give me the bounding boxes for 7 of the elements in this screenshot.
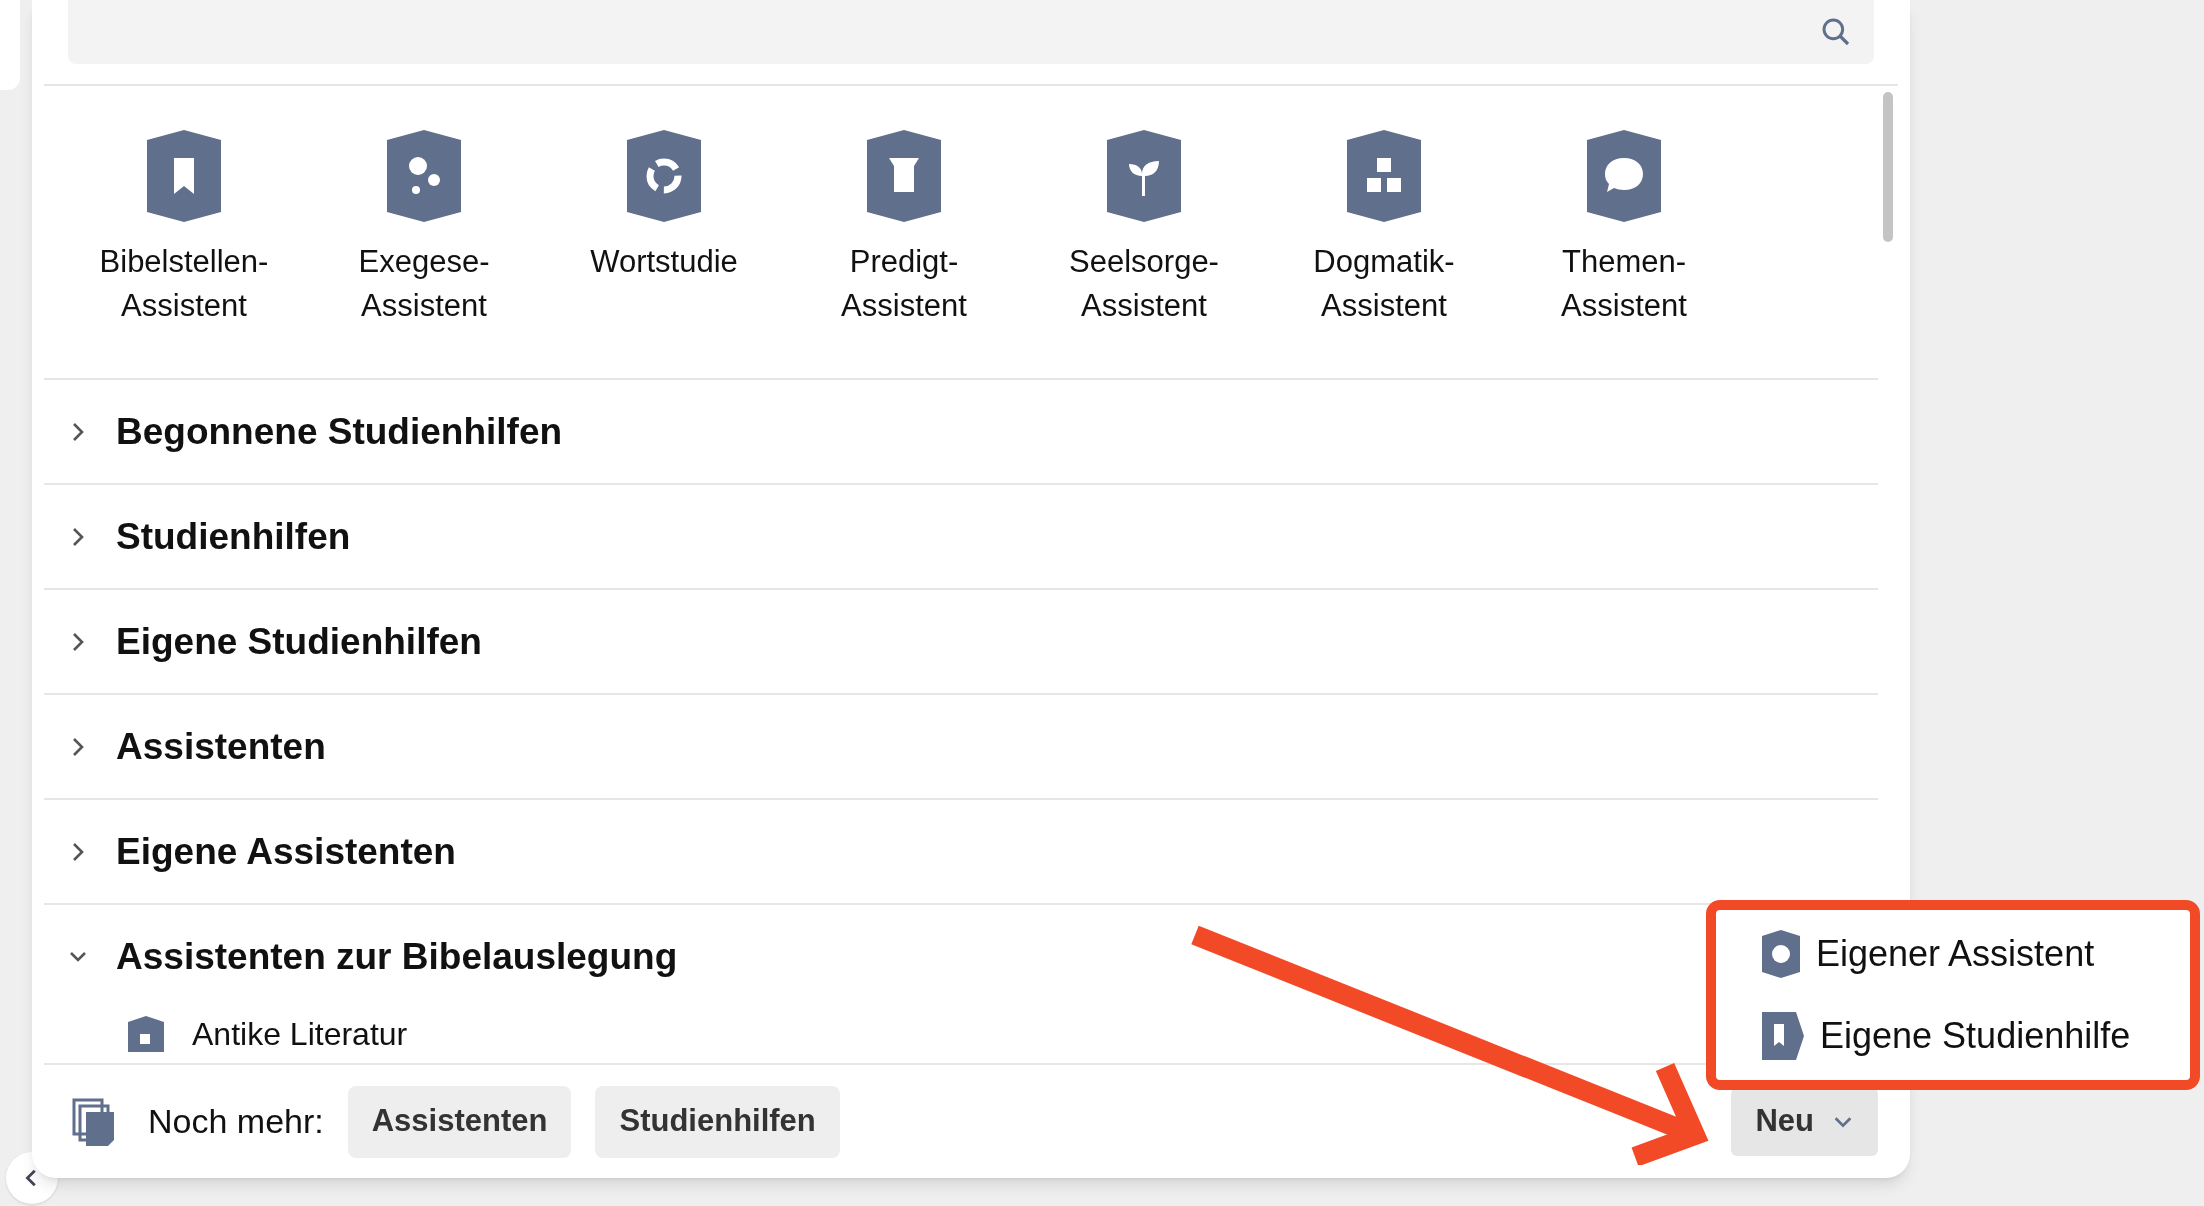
- section-title: Eigene Assistenten: [116, 829, 456, 874]
- section-title: Eigene Studienhilfen: [116, 619, 482, 664]
- section-title: Assistenten: [116, 724, 326, 769]
- section-title: Assistenten zur Bibelauslegung: [116, 935, 678, 980]
- section-title: Studienhilfen: [116, 514, 351, 559]
- more-label: Noch mehr:: [148, 1101, 324, 1142]
- section-title: Begonnene Studienhilfen: [116, 409, 563, 454]
